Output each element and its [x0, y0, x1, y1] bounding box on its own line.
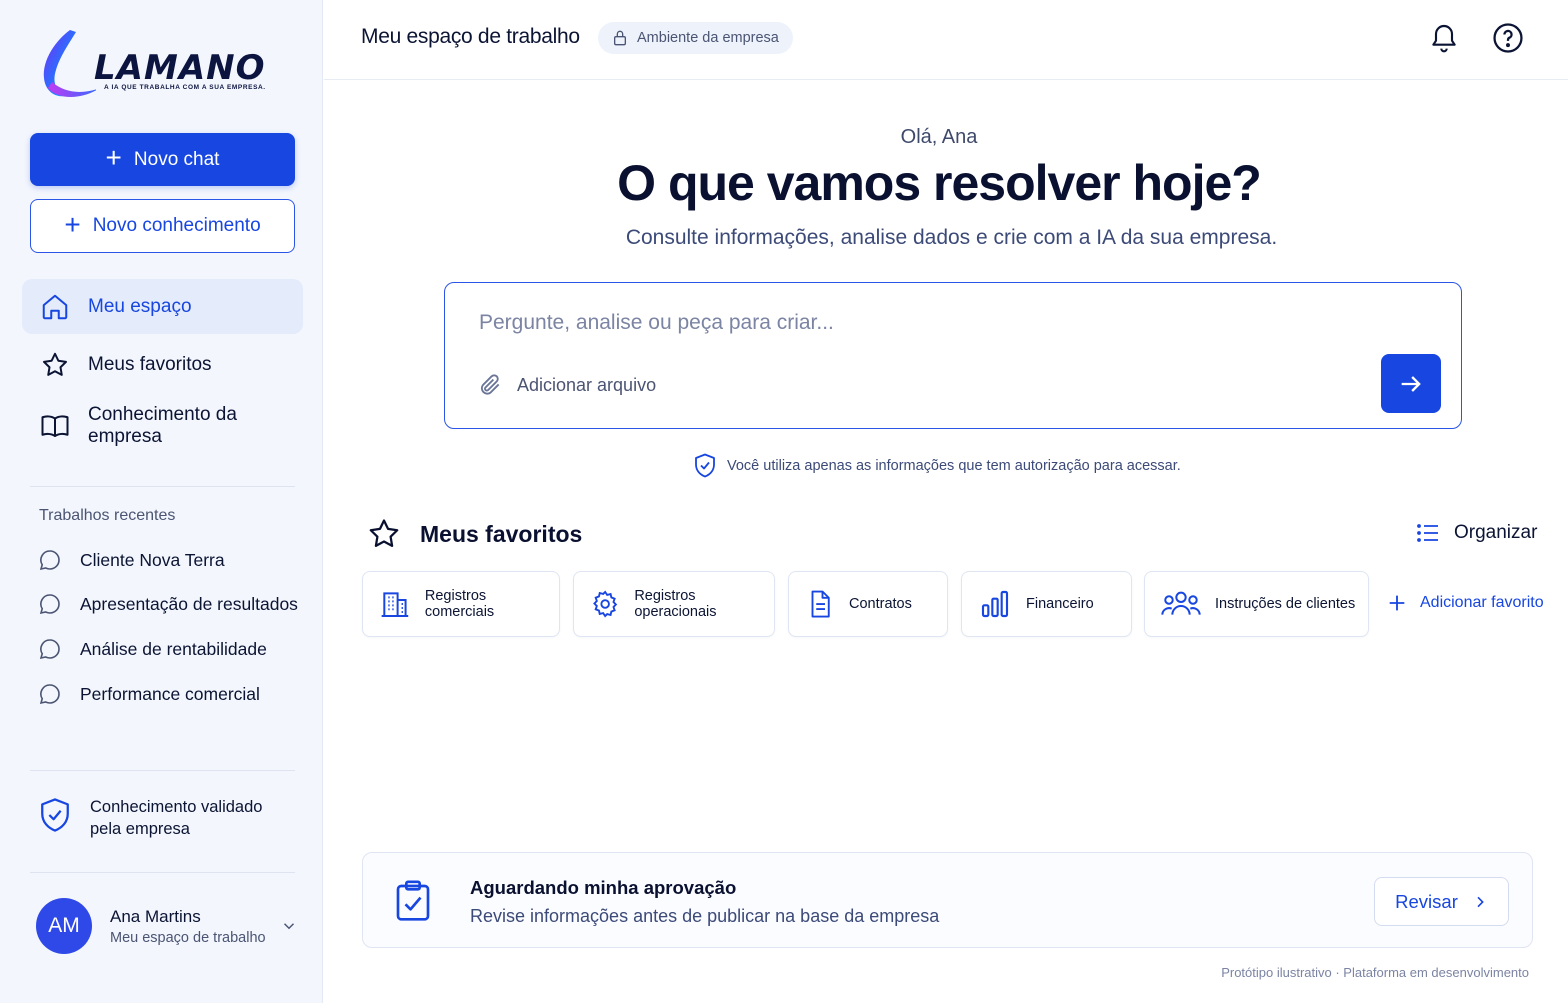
chevron-right-icon — [1477, 896, 1484, 907]
new-chat-label: Novo chat — [133, 148, 220, 170]
chat-bubble-icon — [39, 550, 60, 571]
avatar: AM — [36, 898, 92, 954]
book-icon — [41, 414, 69, 437]
paperclip-icon — [480, 374, 500, 395]
new-knowledge-label: Novo conhecimento — [92, 215, 261, 236]
user-info: Ana Martins Meu espaço de trabalho — [110, 907, 266, 946]
chat-bubble-icon — [39, 684, 60, 705]
brand-tagline: A IA QUE TRABALHA COM A SUA EMPRESA. — [104, 84, 266, 91]
prompt-input[interactable] — [479, 311, 1359, 335]
document-icon — [811, 590, 830, 618]
bar-chart-icon — [981, 590, 1009, 618]
sidebar: LAMANO A IA QUE TRABALHA COM A SUA EMPRE… — [0, 0, 323, 1003]
list-sort-icon — [1417, 524, 1438, 542]
logo-mark-icon — [43, 30, 96, 97]
main-subline: Consulte informações, analise dados e cr… — [625, 226, 1278, 249]
new-chat-button[interactable]: + Novo chat — [30, 133, 295, 186]
prompt-box: Adicionar arquivo — [444, 282, 1462, 429]
star-icon — [369, 519, 399, 547]
nav-label: Meus favoritos — [88, 353, 212, 375]
arrow-right-icon — [1401, 375, 1421, 392]
bell-icon[interactable] — [1428, 20, 1460, 56]
nav-item-favorites[interactable]: Meus favoritos — [22, 337, 303, 392]
shield-check-icon — [695, 453, 715, 478]
sidebar-divider — [30, 872, 295, 873]
organize-label: Organizar — [1454, 522, 1538, 543]
recent-item-label: Performance comercial — [80, 683, 260, 704]
chat-bubble-icon — [39, 594, 60, 615]
pending-approval-card: Aguardando minha aprovação Revise inform… — [362, 852, 1533, 948]
attach-file-label: Adicionar arquivo — [517, 374, 657, 395]
favorite-card-label: Financeiro — [1026, 596, 1094, 612]
recent-item[interactable]: Cliente Nova Terra — [38, 548, 225, 572]
home-icon — [42, 294, 68, 319]
validated-knowledge-note: Conhecimento validado pela empresa — [38, 796, 280, 840]
add-favorite-label: Adicionar favorito — [1420, 594, 1544, 611]
plus-icon — [1389, 595, 1405, 611]
environment-badge: Ambiente da empresa — [598, 22, 793, 54]
plus-icon: + — [64, 208, 81, 240]
nav-item-company-knowledge[interactable]: Conhecimento da empresa — [22, 398, 303, 453]
top-header: Meu espaço de trabalho Ambiente da empre… — [324, 0, 1568, 80]
chevron-down-icon — [283, 923, 295, 930]
star-icon — [43, 352, 67, 376]
nav-label: Conhecimento da empresa — [88, 403, 237, 447]
favorite-card-contracts[interactable]: Contratos — [788, 571, 948, 637]
favorite-card-financial[interactable]: Financeiro — [961, 571, 1132, 637]
recent-item[interactable]: Performance comercial — [38, 682, 260, 706]
favorite-card-client-instructions[interactable]: Instruções de clientes — [1144, 571, 1369, 637]
favorite-card-label: Registros comerciais — [424, 588, 495, 620]
shield-check-icon — [41, 798, 69, 832]
favorites-section-title: Meus favoritos — [366, 516, 582, 552]
recent-item-label: Apresentação de resultados — [80, 593, 298, 614]
nav-item-my-space[interactable]: Meu espaço — [22, 279, 303, 334]
new-knowledge-button[interactable]: + Novo conhecimento — [30, 199, 295, 253]
lock-icon — [614, 30, 626, 46]
approval-title: Aguardando minha aprovação — [470, 877, 737, 898]
send-button[interactable] — [1381, 354, 1441, 413]
gear-icon — [593, 590, 618, 618]
approval-subtitle: Revise informações antes de publicar na … — [470, 906, 940, 926]
brand-logo[interactable]: LAMANO A IA QUE TRABALHA COM A SUA EMPRE… — [36, 26, 286, 106]
validated-text: Conhecimento validado pela empresa — [90, 798, 263, 838]
recent-item-label: Análise de rentabilidade — [80, 638, 267, 659]
user-menu[interactable]: AM Ana Martins Meu espaço de trabalho — [36, 897, 298, 955]
recent-item[interactable]: Análise de rentabilidade — [38, 637, 267, 661]
attach-file-button[interactable]: Adicionar arquivo — [477, 371, 656, 399]
privacy-note: Você utiliza apenas as informações que t… — [693, 452, 1181, 479]
clipboard-check-icon — [396, 880, 430, 921]
sidebar-divider — [30, 770, 295, 771]
review-label: Revisar — [1395, 890, 1458, 912]
favorite-card-label: Contratos — [849, 596, 912, 612]
recent-item[interactable]: Apresentação de resultados — [38, 592, 298, 616]
building-icon — [381, 592, 409, 617]
user-name: Ana Martins — [110, 906, 201, 926]
sidebar-divider — [30, 486, 295, 487]
favorites-title-label: Meus favoritos — [420, 520, 583, 547]
footnote: Protótipo ilustrativo · Plataforma em de… — [1221, 965, 1529, 980]
recent-section-title: Trabalhos recentes — [39, 507, 176, 524]
main-headline: O que vamos resolver hoje? — [617, 155, 1262, 211]
brand-name: LAMANO — [94, 48, 266, 88]
favorite-card-label: Registros operacionais — [634, 588, 717, 620]
favorite-card-operational-records[interactable]: Registros operacionais — [573, 571, 775, 637]
page-title: Meu espaço de trabalho — [361, 25, 580, 48]
add-favorite-button[interactable]: Adicionar favorito — [1386, 592, 1544, 614]
review-button[interactable]: Revisar — [1374, 877, 1509, 926]
recent-item-label: Cliente Nova Terra — [80, 549, 225, 570]
user-subtitle: Meu espaço de trabalho — [110, 929, 266, 946]
favorite-card-label: Instruções de clientes — [1215, 596, 1356, 612]
plus-icon: + — [105, 142, 122, 173]
organize-button[interactable]: Organizar — [1416, 522, 1537, 544]
chat-bubble-icon — [39, 639, 60, 660]
favorite-card-commercial-records[interactable]: Registros comerciais — [362, 571, 560, 637]
nav-label: Meu espaço — [88, 295, 192, 317]
users-icon — [1161, 591, 1201, 615]
environment-badge-label: Ambiente da empresa — [637, 30, 779, 46]
greeting: Olá, Ana — [900, 126, 978, 148]
privacy-text: Você utiliza apenas as informações que t… — [727, 457, 1181, 474]
help-icon[interactable] — [1491, 20, 1525, 56]
